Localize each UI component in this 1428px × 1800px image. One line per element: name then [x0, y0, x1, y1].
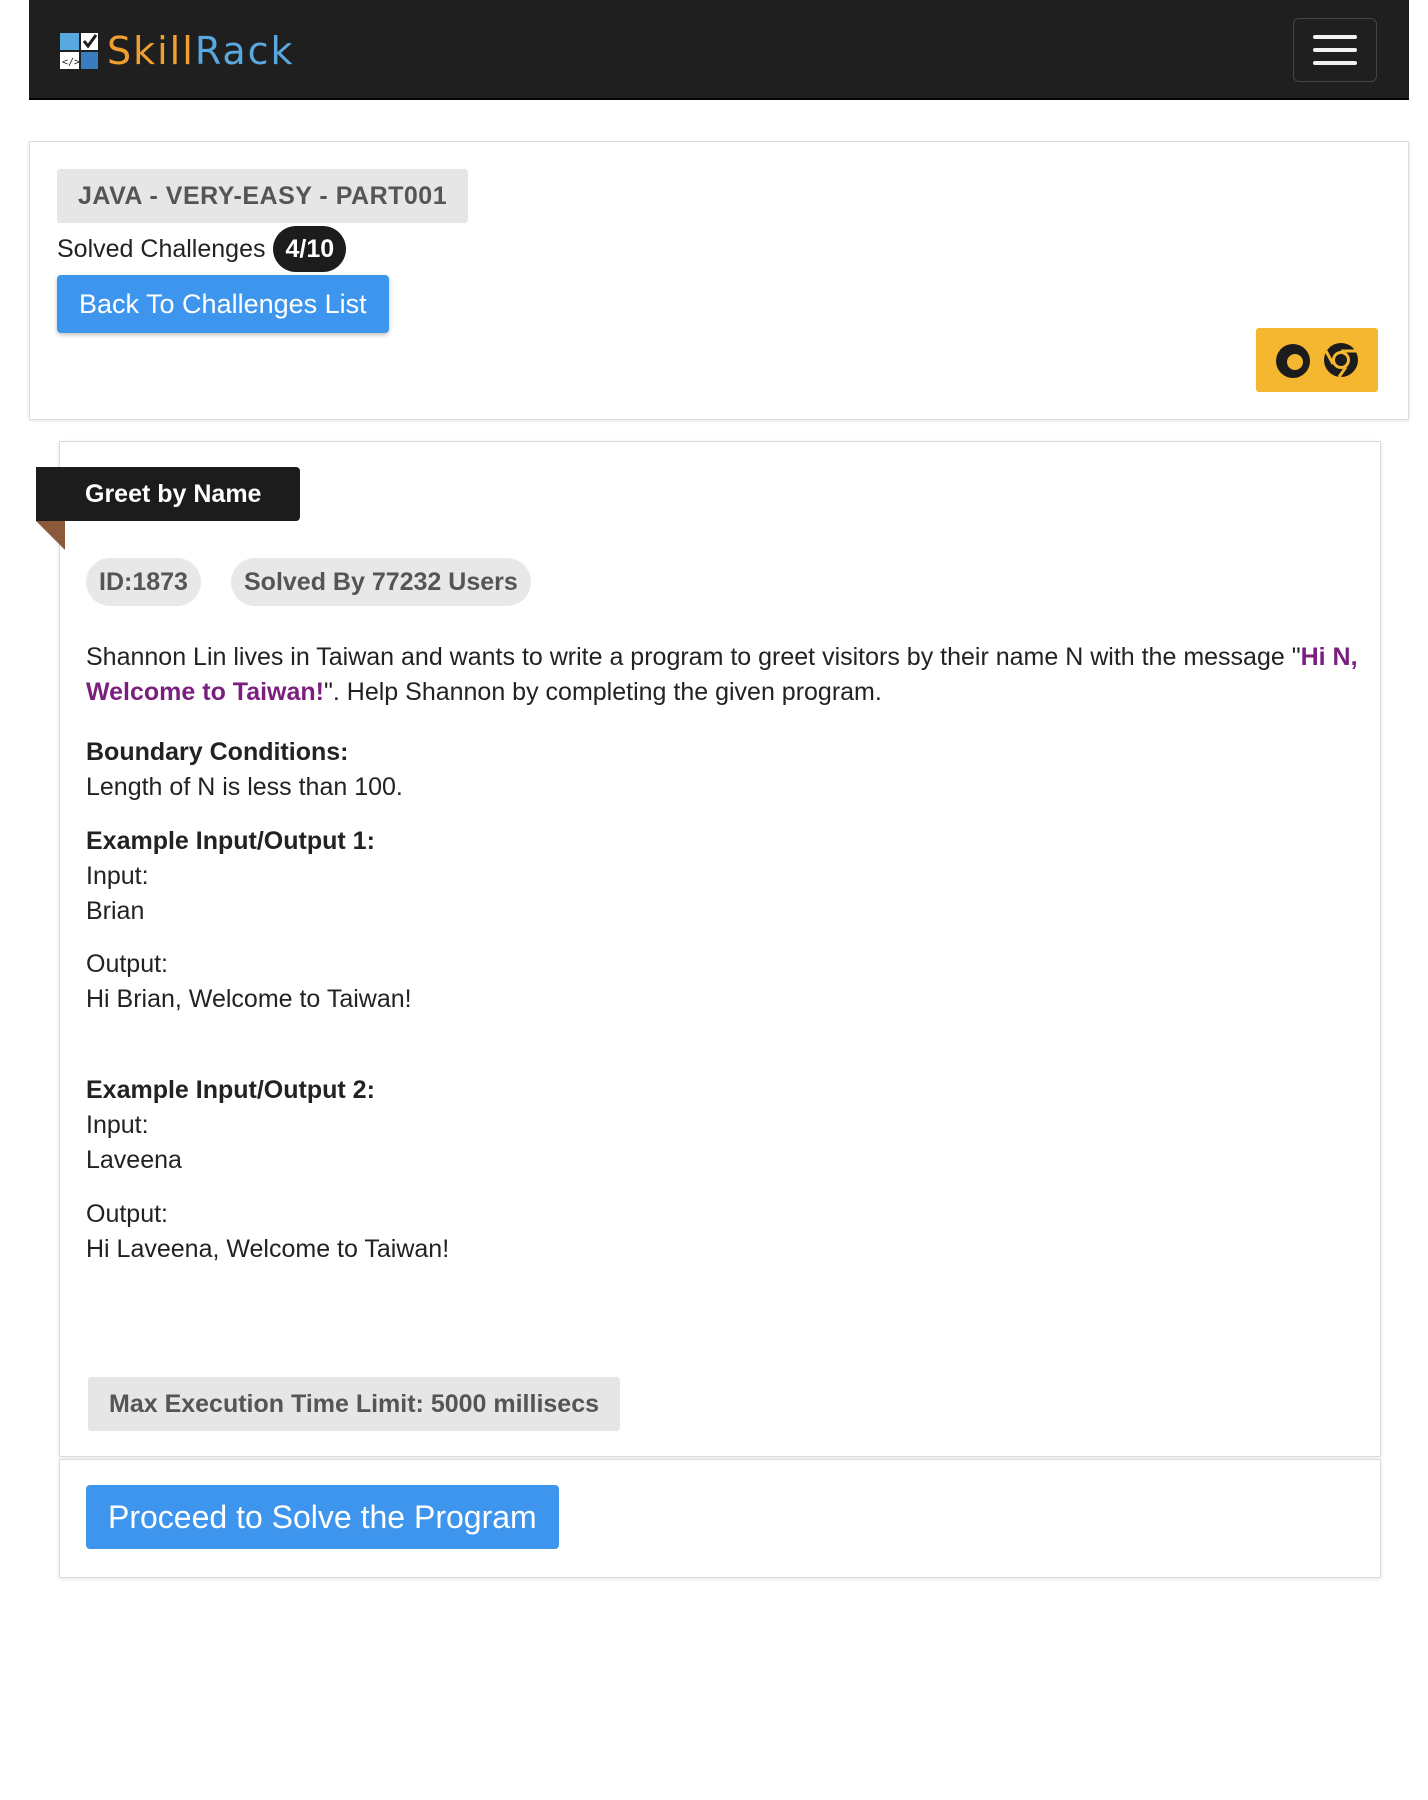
- proceed-to-solve-button[interactable]: Proceed to Solve the Program: [86, 1485, 559, 1549]
- example-2: Example Input/Output 2: Input: Laveena: [86, 1073, 375, 1178]
- example-input: Laveena: [86, 1146, 182, 1174]
- svg-text:</>: </>: [62, 57, 80, 68]
- example-1-output: Output: Hi Brian, Welcome to Taiwan!: [86, 947, 412, 1017]
- boundary-conditions: Boundary Conditions: Length of N is less…: [86, 735, 403, 805]
- course-title: JAVA - VERY-EASY - PART001: [57, 169, 469, 223]
- example-output: Hi Laveena, Welcome to Taiwan!: [86, 1235, 450, 1263]
- example-heading: Example Input/Output 2:: [86, 1076, 375, 1104]
- example-heading: Example Input/Output 1:: [86, 827, 375, 855]
- back-to-challenges-button[interactable]: Back To Challenges List: [57, 275, 389, 333]
- skillrack-logo[interactable]: </> SkillRack: [59, 30, 295, 72]
- output-label: Output:: [86, 950, 168, 978]
- ribbon-fold: [36, 521, 65, 550]
- input-label: Input:: [86, 1111, 149, 1139]
- course-panel: JAVA - VERY-EASY - PART001 Solved Challe…: [29, 141, 1409, 420]
- time-limit-badge: Max Execution Time Limit: 5000 millisecs: [88, 1377, 621, 1431]
- input-label: Input:: [86, 862, 149, 890]
- example-output: Hi Brian, Welcome to Taiwan!: [86, 985, 412, 1013]
- solved-count-badge: 4/10: [273, 226, 347, 272]
- challenge-id-badge: ID:1873: [86, 558, 201, 606]
- boundary-text: Length of N is less than 100.: [86, 773, 403, 801]
- firefox-icon: [1276, 344, 1310, 378]
- skillrack-logo-icon: </>: [59, 30, 101, 72]
- example-input: Brian: [86, 897, 145, 925]
- solved-by-badge: Solved By 77232 Users: [231, 558, 531, 606]
- logo-text: SkillRack: [107, 29, 295, 73]
- boundary-heading: Boundary Conditions:: [86, 738, 349, 766]
- example-1: Example Input/Output 1: Input: Brian: [86, 824, 375, 929]
- hamburger-menu-icon: [1313, 35, 1357, 39]
- example-2-output: Output: Hi Laveena, Welcome to Taiwan!: [86, 1197, 449, 1267]
- solved-challenges: Solved Challenges 4/10: [57, 224, 347, 274]
- challenge-title: Greet by Name: [36, 467, 300, 521]
- hamburger-menu-button[interactable]: [1293, 18, 1377, 82]
- supported-browsers: [1256, 328, 1378, 392]
- top-navbar: </> SkillRack: [29, 0, 1409, 100]
- output-label: Output:: [86, 1200, 168, 1228]
- challenge-description: Shannon Lin lives in Taiwan and wants to…: [86, 643, 1358, 706]
- chrome-icon: [1324, 343, 1358, 378]
- solved-challenges-label: Solved Challenges: [57, 234, 266, 263]
